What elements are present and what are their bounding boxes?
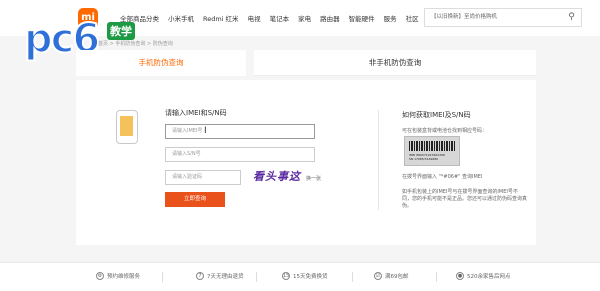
location-pin-icon: ●	[456, 272, 464, 280]
barcode-bars	[409, 141, 455, 151]
text-cursor-icon: I	[204, 126, 207, 136]
seven-day-icon: 7	[196, 272, 204, 280]
nav-item-xiaomi-phone[interactable]: 小米手机	[168, 13, 194, 23]
nav-item-community[interactable]: 社区	[406, 13, 419, 23]
footer-item-repair[interactable]: ⚙ 预约维修服务	[96, 272, 140, 280]
footer-item-label: 预约维修服务	[107, 274, 141, 280]
phone-icon	[116, 110, 138, 144]
search-icon[interactable]: ⚲	[562, 8, 582, 27]
vertical-divider	[378, 110, 379, 210]
nav-item-appliance[interactable]: 家电	[298, 13, 311, 23]
refresh-captcha-link[interactable]: 换一张	[306, 175, 321, 182]
main-nav: 全部商品分类 小米手机 Redmi 红米 电视 笔记本 家电 路由器 智能硬件 …	[120, 13, 419, 23]
sn-input[interactable]: 请输入S/N号	[165, 147, 315, 162]
barcode-numbers: IMEI 866071927662308 SN 17985/3149680	[409, 153, 445, 161]
help-subtitle: 可在包装盒背或电池仓找到相应号码：	[402, 128, 488, 134]
submit-query-button[interactable]: 立即查询	[165, 192, 225, 207]
help-instruction-dial: 在拨号界面输入 "*#06#" 查询IMEI	[402, 174, 483, 180]
footer-separator	[162, 272, 163, 282]
nav-item-laptop[interactable]: 笔记本	[270, 13, 290, 23]
footer-separator	[256, 272, 257, 282]
search-input[interactable]: 【以旧换新】至尚价格购机	[424, 8, 564, 27]
footer-item-7day-return[interactable]: 7 7天无理由退货	[196, 272, 244, 280]
gift-icon: ☑	[374, 272, 382, 280]
verification-card	[76, 80, 536, 245]
tab-phone-verification[interactable]: 手机防伪查询	[76, 50, 246, 76]
nav-item-service[interactable]: 服务	[384, 13, 397, 23]
service-footer: ⚙ 预约维修服务 7 7天无理由退货 15 15天免费换货 ☑ 满69包邮 ● …	[0, 262, 600, 291]
footer-item-service-centers[interactable]: ● 520余家售后网点	[456, 272, 511, 280]
form-title: 请输入IMEI和S/N码	[165, 109, 227, 117]
captcha-input[interactable]: 请输入验证码	[165, 170, 241, 185]
footer-item-15day-exchange[interactable]: 15 15天免费换货	[282, 272, 328, 280]
help-title: 如何获取IMEI及S/N码	[402, 111, 471, 119]
nav-item-smart-hardware[interactable]: 智能硬件	[349, 13, 375, 23]
footer-separator	[352, 272, 353, 282]
footer-item-label: 15天免费换货	[293, 274, 328, 280]
footer-separator	[436, 272, 437, 282]
nav-item-redmi[interactable]: Redmi 红米	[203, 13, 239, 23]
imei-input[interactable]: 请输入IMEI号	[165, 124, 315, 139]
barcode-label-image: IMEI 866071927662308 SN 17985/3149680	[404, 136, 460, 166]
help-instruction-compare: 如手机包装上的IMEI号与在拨号界面查询的IMEI号不同，您的手机可能不是正品。…	[402, 189, 528, 209]
pc6-badge: 教学	[107, 22, 135, 40]
footer-item-label: 7天无理由退货	[207, 274, 244, 280]
fifteen-day-icon: 15	[282, 272, 290, 280]
captcha-image[interactable]: 看头事这	[253, 169, 301, 185]
tab-non-phone-verification[interactable]: 非手机防伪查询	[254, 50, 536, 76]
footer-item-label: 满69包邮	[385, 274, 409, 280]
footer-item-label: 520余家售后网点	[467, 274, 511, 280]
breadcrumb: 首页 > 手机防伪查询 > 防伪查询	[98, 41, 173, 47]
nav-item-tv[interactable]: 电视	[248, 13, 261, 23]
nav-item-router[interactable]: 路由器	[320, 13, 340, 23]
barcode-sn: SN 17985/3149680	[409, 157, 439, 161]
wrench-icon: ⚙	[96, 272, 104, 280]
footer-item-free-shipping[interactable]: ☑ 满69包邮	[374, 272, 409, 280]
